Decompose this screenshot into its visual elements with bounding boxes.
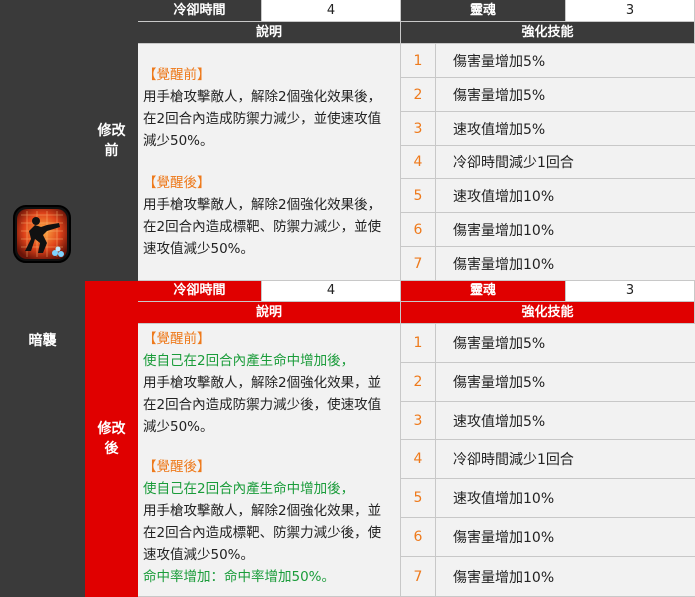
awaken-before-label: 【覺醒前】 xyxy=(143,67,211,83)
awaken-after-buff-text: 使自己在2回合內產生命中增加後， xyxy=(143,481,355,497)
description-header: 說明 xyxy=(138,22,401,44)
cooldown-label: 冷卻時間 xyxy=(138,0,262,22)
enhancement-row: 6 傷害量增加10% xyxy=(401,213,695,247)
enhancement-effect: 速攻值增加5% xyxy=(453,121,546,138)
enhancement-effect: 冷卻時間減少1回合 xyxy=(453,452,574,468)
enhancement-level: 7 xyxy=(401,557,436,596)
enhancement-effect: 傷害量增加5% xyxy=(453,336,546,352)
enhancement-effect: 傷害量增加10% xyxy=(453,222,555,239)
enhancement-level: 1 xyxy=(401,44,436,77)
awaken-after-label: 【覺醒後】 xyxy=(143,175,211,191)
enhancement-row: 4 冷卻時間減少1回合 xyxy=(401,440,695,479)
enhancement-level: 6 xyxy=(401,518,436,556)
enhancement-effect: 傷害量增加5% xyxy=(453,375,546,391)
enhancement-row: 7 傷害量增加10% xyxy=(401,557,695,597)
enhancement-header: 強化技能 xyxy=(401,302,695,324)
enhancement-row: 1 傷害量增加5% xyxy=(401,44,695,78)
awaken-after-label: 【覺醒後】 xyxy=(143,459,211,475)
enhancement-effect: 傷害量增加10% xyxy=(453,530,555,546)
soul-label: 靈魂 xyxy=(401,281,566,302)
enhancement-level: 5 xyxy=(401,179,436,212)
cooldown-label: 冷卻時間 xyxy=(138,281,262,302)
enhancement-level: 1 xyxy=(401,324,436,362)
enhancement-effect: 速攻值增加10% xyxy=(453,188,555,205)
awaken-after-text: 用手槍攻擊敵人，解除2個強化效果後，在2回合內造成標靶、防禦力減少，並使速攻值減… xyxy=(143,197,382,257)
enhancement-level: 4 xyxy=(401,440,436,478)
enhancement-row: 6 傷害量增加10% xyxy=(401,518,695,557)
enhancement-row: 3 速攻值增加5% xyxy=(401,112,695,146)
enhancement-level: 5 xyxy=(401,479,436,517)
enhancement-level: 3 xyxy=(401,402,436,439)
enhancement-effect: 傷害量增加10% xyxy=(453,569,555,586)
enhancement-level: 3 xyxy=(401,112,436,145)
awaken-before-text: 用手槍攻擊敵人，解除2個強化效果後，在2回合內造成防禦力減少，並使速攻值減少50… xyxy=(143,89,382,149)
enhancement-effect: 傷害量增加10% xyxy=(453,256,555,273)
enhancement-level: 7 xyxy=(401,247,436,280)
enhancement-effect: 冷卻時間減少1回合 xyxy=(453,155,574,171)
after-section: 冷卻時間 4 靈魂 3 說明 強化技能 【覺醒前】 使自己在2回合內產生命中增加… xyxy=(138,281,695,597)
enhancement-effect: 傷害量增加5% xyxy=(453,53,546,70)
skill-description: 【覺醒前】 用手槍攻擊敵人，解除2個強化效果後，在2回合內造成防禦力減少，並使速… xyxy=(138,44,401,281)
enhancement-row: 3 速攻值增加5% xyxy=(401,402,695,440)
awaken-before-buff-text: 使自己在2回合內產生命中增加後， xyxy=(143,353,355,369)
enhancement-row: 7 傷害量增加10% xyxy=(401,247,695,281)
soul-value: 3 xyxy=(566,0,695,22)
accuracy-buff-note: 命中率增加：命中率增加50%。 xyxy=(143,569,336,585)
version-before-label: 修改前 xyxy=(85,0,138,281)
enhancement-row: 5 速攻值增加10% xyxy=(401,179,695,213)
before-section: 冷卻時間 4 靈魂 3 說明 強化技能 【覺醒前】 用手槍攻擊敵人，解除2個強化… xyxy=(138,0,695,281)
soul-value: 3 xyxy=(566,281,695,302)
skill-name: 暗襲 xyxy=(28,333,57,349)
cooldown-value: 4 xyxy=(262,0,401,22)
version-after-label: 修改後 xyxy=(85,281,138,597)
gunner-silhouette-icon xyxy=(13,205,71,263)
enhancement-level: 6 xyxy=(401,213,436,246)
enhancement-row: 2 傷害量增加5% xyxy=(401,363,695,402)
enhancement-header: 強化技能 xyxy=(401,22,695,44)
enhancement-effect: 速攻值增加5% xyxy=(453,413,546,430)
awaken-after-text: 用手槍攻擊敵人，解除2個強化效果，並在2回合內造成標靶、防禦力減少後，使速攻值減… xyxy=(143,503,382,563)
enhancement-row: 2 傷害量增加5% xyxy=(401,78,695,112)
description-header: 說明 xyxy=(138,302,401,324)
enhancement-row: 4 冷卻時間減少1回合 xyxy=(401,146,695,179)
enhancement-level: 2 xyxy=(401,78,436,111)
awaken-before-label: 【覺醒前】 xyxy=(143,331,211,347)
enhancement-row: 1 傷害量增加5% xyxy=(401,324,695,363)
skill-description: 【覺醒前】 使自己在2回合內產生命中增加後， 用手槍攻擊敵人，解除2個強化效果，… xyxy=(138,324,401,597)
enhancement-effect: 速攻值增加10% xyxy=(453,491,555,507)
enhancement-row: 5 速攻值增加10% xyxy=(401,479,695,518)
cooldown-value: 4 xyxy=(262,281,401,302)
enhancement-level: 4 xyxy=(401,146,436,178)
skill-column: 暗襲 xyxy=(0,0,85,597)
enhancement-level: 2 xyxy=(401,363,436,401)
awaken-before-text: 用手槍攻擊敵人，解除2個強化效果，並在2回合內造成防禦力減少後，使速攻值減少50… xyxy=(143,375,382,435)
soul-label: 靈魂 xyxy=(401,0,566,22)
enhancement-effect: 傷害量增加5% xyxy=(453,87,546,104)
